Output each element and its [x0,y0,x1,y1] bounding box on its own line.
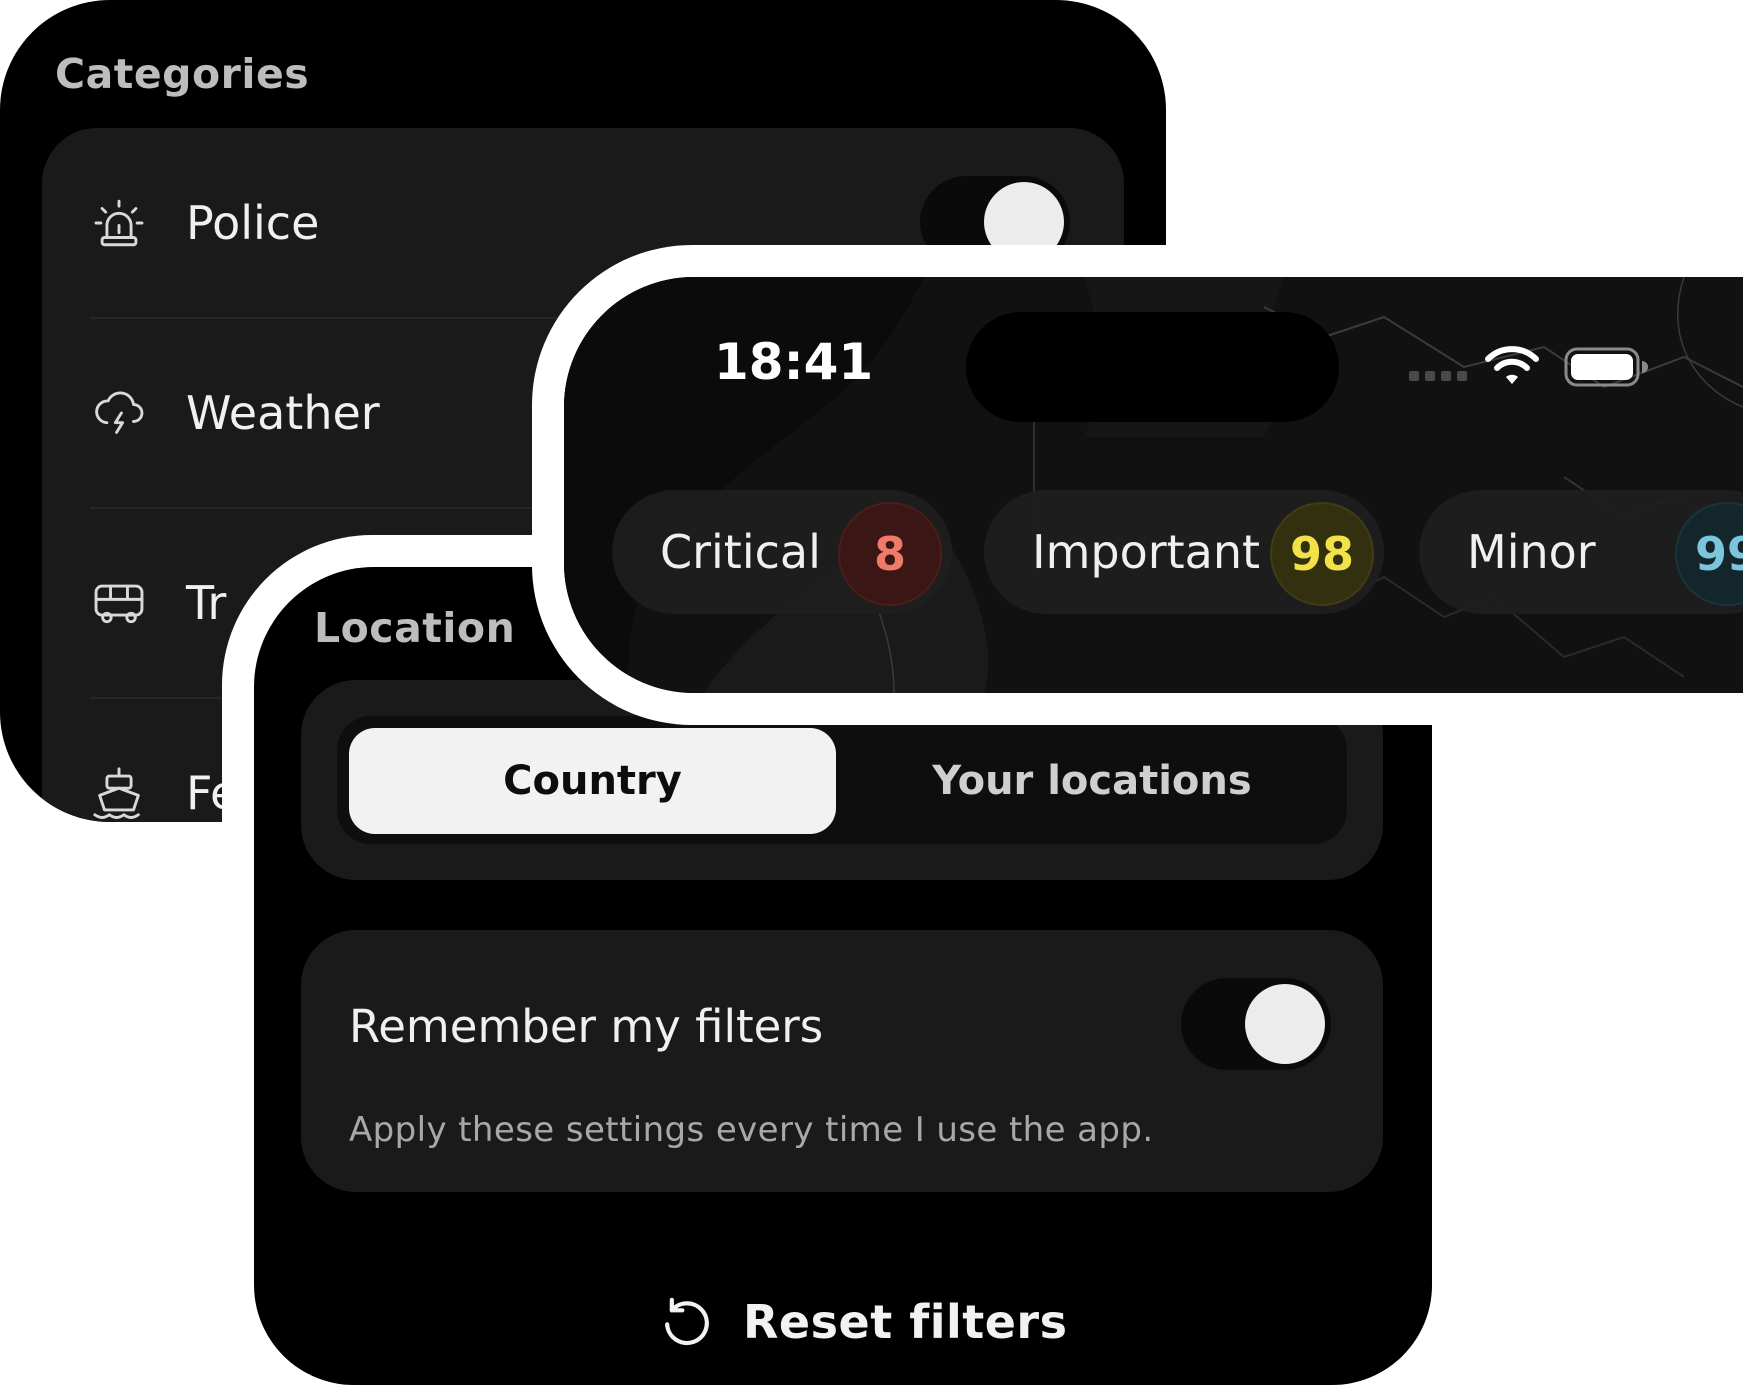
category-label-weather: Weather [186,386,380,440]
storm-cloud-icon [90,384,148,442]
segment-your-locations[interactable]: Your locations [847,728,1337,834]
location-title: Location [314,604,516,652]
severity-count-critical: 8 [838,502,942,606]
battery-icon [1564,347,1648,387]
severity-label-minor: Minor [1467,525,1596,579]
bus-icon [90,574,148,632]
ferry-icon [90,764,148,822]
severity-count-minor: 99 [1675,502,1743,606]
reset-icon [665,1297,709,1346]
status-bar-time: 18:41 [714,333,874,391]
segment-country[interactable]: Country [349,728,836,834]
toggle-knob [1245,984,1325,1064]
severity-label-critical: Critical [660,525,821,579]
signal-icon [1409,371,1467,381]
reset-filters-label: Reset filters [743,1295,1068,1349]
police-siren-icon [90,194,148,252]
remember-filters-description: Apply these settings every time I use th… [349,1110,1154,1150]
remember-filters-card: Remember my filters Apply these settings… [301,930,1383,1192]
dynamic-island [966,312,1339,422]
severity-pill-important[interactable]: Important 98 [984,490,1384,614]
categories-title: Categories [55,50,310,98]
phone-screen: 18:41 Critical 8 Important 98 Minor 99 [564,277,1743,693]
reset-filters-button[interactable]: Reset filters [659,1277,1068,1367]
severity-label-important: Important [1032,525,1261,579]
category-label-police: Police [186,196,320,250]
wifi-icon [1485,346,1539,384]
severity-count-important: 98 [1270,502,1374,606]
category-label-transport: Tr [186,576,227,630]
severity-pill-critical[interactable]: Critical 8 [612,490,952,614]
segmented-control: Country Your locations [337,716,1347,844]
remember-filters-title: Remember my filters [349,1000,824,1053]
severity-pill-minor[interactable]: Minor 99 [1419,490,1743,614]
remember-filters-toggle[interactable] [1181,978,1331,1070]
